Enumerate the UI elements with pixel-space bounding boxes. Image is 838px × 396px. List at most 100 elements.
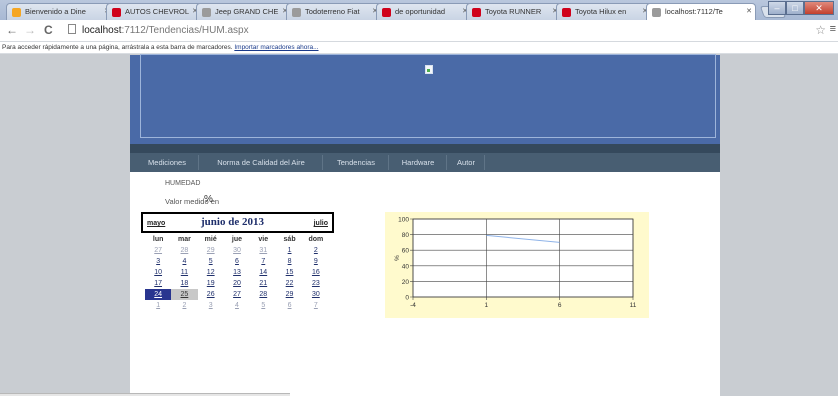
tab-title: Toyota Hilux en <box>575 7 627 16</box>
calendar-day[interactable]: 2 <box>171 300 197 311</box>
address-bar[interactable]: localhost:7112/Tendencias/HUM.aspx <box>68 23 798 39</box>
calendar-day[interactable]: 23 <box>303 278 329 289</box>
calendar-day[interactable]: 29 <box>276 289 302 300</box>
calendar-day[interactable]: 16 <box>303 267 329 278</box>
forward-arrow-icon[interactable]: → <box>24 23 36 37</box>
calendar-day[interactable]: 14 <box>250 267 276 278</box>
weekday-header: dom <box>308 236 324 243</box>
nav-divider <box>484 155 485 170</box>
calendar-day[interactable]: 2 <box>303 245 329 256</box>
calendar-day[interactable]: 19 <box>198 278 224 289</box>
calendar-day[interactable]: 31 <box>250 245 276 256</box>
close-window-icon[interactable]: ✕ <box>804 1 834 15</box>
calendar-day[interactable]: 28 <box>250 289 276 300</box>
calendar-header: mayo junio de 2013 julio <box>141 212 334 233</box>
calendar-day[interactable]: 30 <box>303 289 329 300</box>
page-icon <box>68 24 76 34</box>
calendar-day[interactable]: 7 <box>303 300 329 311</box>
browser-tab[interactable]: AUTOS CHEVROL✕ <box>106 3 202 20</box>
url-host: localhost <box>82 25 122 36</box>
tab-favicon-icon <box>562 8 571 17</box>
calendar-day[interactable]: 18 <box>171 278 197 289</box>
browser-tab[interactable]: Toyota Hilux en✕ <box>556 3 652 20</box>
calendar-day[interactable]: 3 <box>198 300 224 311</box>
nav-divider <box>198 155 199 170</box>
tab-favicon-icon <box>292 8 301 17</box>
calendar-day[interactable]: 12 <box>198 267 224 278</box>
nav-item-hardware[interactable]: Hardware <box>392 153 444 172</box>
tab-title: de oportunidad <box>395 7 446 16</box>
calendar-day[interactable]: 25 <box>171 289 198 300</box>
x-tick-label: 6 <box>558 302 562 309</box>
calendar-day[interactable]: 15 <box>276 267 302 278</box>
tab-title: Toyota RUNNER <box>485 7 542 16</box>
tab-strip: Bienvenido a Dine✕ AUTOS CHEVROL✕ Jeep G… <box>0 0 838 20</box>
browser-tab[interactable]: Bienvenido a Dine✕ <box>6 3 114 20</box>
bookmark-star-icon[interactable]: ☆ <box>815 23 826 37</box>
calendar-day[interactable]: 5 <box>250 300 276 311</box>
broken-image-icon <box>425 65 433 74</box>
calendar-day[interactable]: 27 <box>224 289 250 300</box>
calendar-day[interactable]: 24 <box>145 289 172 300</box>
calendar-day[interactable]: 6 <box>276 300 302 311</box>
weekday-header: lun <box>152 236 164 243</box>
calendar-day[interactable]: 13 <box>224 267 250 278</box>
calendar-day[interactable]: 4 <box>224 300 250 311</box>
window-controls: – □ ✕ <box>768 1 834 15</box>
calendar-day[interactable]: 6 <box>224 256 250 267</box>
menu-icon[interactable]: ≡ <box>830 23 836 35</box>
calendar-title: junio de 2013 <box>201 216 264 228</box>
browser-tab[interactable]: Toyota RUNNER✕ <box>466 3 562 20</box>
bookmarks-bar: Para acceder rápidamente a una página, a… <box>0 42 838 54</box>
calendar-day[interactable]: 5 <box>198 256 224 267</box>
calendar-day[interactable]: 11 <box>171 267 197 278</box>
calendar-day[interactable]: 28 <box>171 245 197 256</box>
calendar-day[interactable]: 7 <box>250 256 276 267</box>
browser-tab[interactable]: de oportunidad✕ <box>376 3 472 20</box>
calendar-grid: lun mar mié jue vie sáb dom 27 28 29 30 31 1 2 3 4 5 6 7 8 9… <box>145 235 329 311</box>
x-tick-label: 11 <box>630 302 637 309</box>
calendar-day[interactable]: 9 <box>303 256 329 267</box>
reload-icon[interactable]: C <box>44 23 53 37</box>
header-banner <box>130 54 720 144</box>
browser-tab[interactable]: Jeep GRAND CHE✕ <box>196 3 292 20</box>
back-arrow-icon[interactable]: ← <box>6 23 18 37</box>
y-tick-label: 100 <box>398 217 409 224</box>
weekday-header: mar <box>178 236 191 243</box>
page-title: HUMEDAD <box>165 180 201 187</box>
import-bookmarks-link[interactable]: Importar marcadores ahora... <box>234 44 318 51</box>
browser-tab-active[interactable]: localhost:7112/Te ✕ <box>646 3 756 20</box>
nav-item-autor[interactable]: Autor <box>450 153 482 172</box>
close-tab-icon[interactable]: ✕ <box>746 7 752 15</box>
y-tick-label: 80 <box>402 232 410 239</box>
next-month-link[interactable]: julio <box>314 220 328 227</box>
x-tick-label: -4 <box>410 302 416 309</box>
nav-divider <box>446 155 447 170</box>
calendar-day[interactable]: 17 <box>145 278 171 289</box>
nav-divider <box>322 155 323 170</box>
calendar-day[interactable]: 1 <box>276 245 302 256</box>
calendar-day[interactable]: 3 <box>145 256 171 267</box>
tab-title: AUTOS CHEVROL <box>125 7 190 16</box>
calendar-day[interactable]: 21 <box>250 278 276 289</box>
browser-tab[interactable]: Todoterreno Fiat✕ <box>286 3 382 20</box>
minimize-icon[interactable]: – <box>768 1 786 15</box>
calendar-day[interactable]: 4 <box>171 256 197 267</box>
nav-item-norma[interactable]: Norma de Calidad del Aire <box>202 153 320 172</box>
calendar-day[interactable]: 22 <box>276 278 302 289</box>
calendar-day[interactable]: 20 <box>224 278 250 289</box>
url-path: :7112/Tendencias/HUM.aspx <box>121 25 249 36</box>
calendar-day[interactable]: 29 <box>198 245 224 256</box>
calendar-day[interactable]: 27 <box>145 245 171 256</box>
calendar-day[interactable]: 10 <box>145 267 171 278</box>
maximize-icon[interactable]: □ <box>786 1 804 15</box>
nav-item-tendencias[interactable]: Tendencias <box>326 153 386 172</box>
prev-month-link[interactable]: mayo <box>147 220 165 227</box>
calendar-day[interactable]: 8 <box>276 256 302 267</box>
x-tick-label: 1 <box>485 302 489 309</box>
nav-item-mediciones[interactable]: Mediciones <box>138 153 196 172</box>
tab-title: Todoterreno Fiat <box>305 7 360 16</box>
calendar-day[interactable]: 30 <box>224 245 250 256</box>
calendar-day[interactable]: 26 <box>198 289 224 300</box>
calendar-day[interactable]: 1 <box>145 300 171 311</box>
